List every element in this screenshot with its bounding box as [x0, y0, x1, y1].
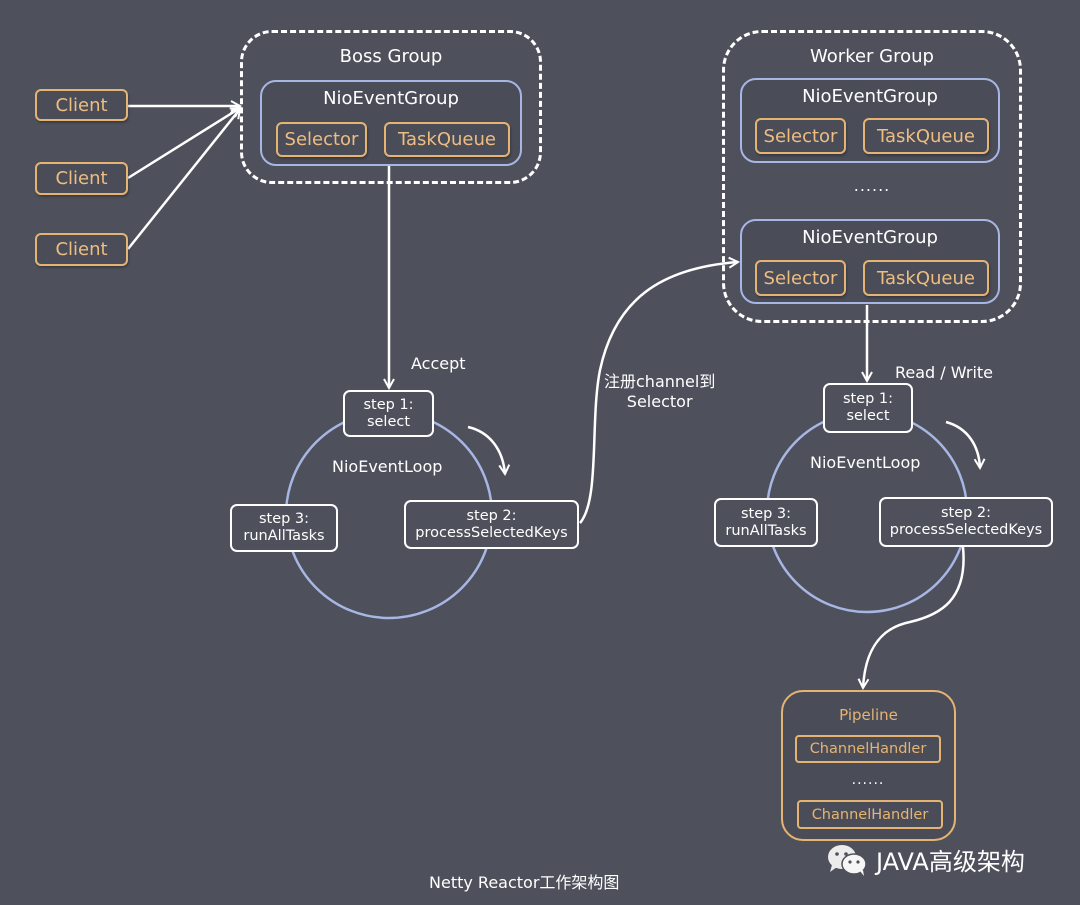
watermark-text: JAVA高级架构 [876, 848, 1025, 876]
register-label-line2: Selector [626, 392, 693, 411]
diagram-canvas: Client Client Client Boss Group NioEvent… [0, 0, 1080, 905]
pipeline-ellipsis: ...... [851, 772, 885, 788]
step-number: step 2: [466, 507, 517, 524]
nio-event-group-title: NioEventGroup [802, 227, 938, 248]
diagram-caption: Netty Reactor工作架构图 [429, 873, 620, 892]
step-name: processSelectedKeys [889, 522, 1043, 538]
step-name: runAllTasks [243, 528, 325, 544]
register-channel-label: 注册channel到 Selector [604, 372, 715, 412]
boss-loop-cycle-arrow [467, 425, 505, 474]
worker-step-process-selected-keys[interactable]: step 2: processSelectedKeys [879, 497, 1053, 547]
step-number: step 3: [740, 505, 792, 522]
client-label: Client [55, 239, 108, 260]
worker-group-title: Worker Group [810, 46, 934, 67]
worker-loop-cycle-arrow [945, 420, 980, 468]
selector-label: Selector [763, 267, 838, 289]
task-queue-label: TaskQueue [398, 129, 496, 150]
worker-group-ellipsis: ...... [853, 176, 891, 195]
step-name: select [846, 408, 890, 424]
pipeline-title: Pipeline [839, 706, 898, 724]
channel-handler-box[interactable]: ChannelHandler [795, 735, 941, 763]
step-number: step 1: [842, 391, 894, 407]
accept-label: Accept [411, 354, 466, 373]
step-number: step 3: [258, 511, 310, 527]
step-number: step 2: [940, 505, 992, 521]
worker-loop-title: NioEventLoop [810, 453, 921, 472]
boss-loop-title: NioEventLoop [332, 457, 443, 476]
task-queue-label: TaskQueue [877, 125, 975, 147]
read-write-label: Read / Write [895, 363, 994, 382]
boss-group-title: Boss Group [339, 46, 443, 67]
client-label: Client [55, 168, 108, 189]
channel-handler-box[interactable]: ChannelHandler [797, 800, 943, 829]
step-name: runAllTasks [725, 522, 807, 539]
watermark: JAVA高级架构 [826, 842, 1025, 877]
selector-box[interactable]: Selector [755, 118, 846, 154]
step-number: step 1: [363, 396, 414, 413]
step-name: select [366, 413, 411, 430]
worker-step-run-all-tasks[interactable]: step 3: runAllTasks [714, 498, 818, 547]
register-label-line1: 注册channel到 [604, 372, 716, 391]
nio-event-group-title: NioEventGroup [323, 88, 459, 109]
task-queue-box[interactable]: TaskQueue [384, 122, 510, 157]
worker-step-select[interactable]: step 1: select [823, 383, 913, 433]
client-box[interactable]: Client [35, 233, 128, 266]
client-3-arrow [127, 109, 240, 250]
task-queue-box[interactable]: TaskQueue [863, 260, 989, 296]
client-2-arrow [127, 108, 240, 180]
client-box[interactable]: Client [35, 162, 128, 195]
boss-step-process-selected-keys[interactable]: step 2: processSelectedKeys [404, 500, 579, 549]
pipeline-box[interactable]: Pipeline ChannelHandler ...... ChannelHa… [781, 690, 956, 841]
selector-box[interactable]: Selector [276, 122, 367, 157]
channel-handler-label: ChannelHandler [811, 806, 929, 823]
boss-step-select[interactable]: step 1: select [343, 390, 434, 437]
channel-handler-label: ChannelHandler [809, 741, 927, 757]
step-name: processSelectedKeys [415, 524, 568, 541]
task-queue-label: TaskQueue [877, 267, 975, 289]
boss-step-run-all-tasks[interactable]: step 3: runAllTasks [230, 504, 338, 552]
task-queue-box[interactable]: TaskQueue [863, 118, 989, 154]
selector-box[interactable]: Selector [755, 260, 846, 296]
selector-label: Selector [763, 125, 838, 147]
nio-event-group-title: NioEventGroup [802, 86, 938, 107]
client-box[interactable]: Client [35, 89, 128, 121]
client-label: Client [55, 94, 108, 116]
selector-label: Selector [284, 129, 359, 150]
wechat-icon [828, 844, 867, 876]
